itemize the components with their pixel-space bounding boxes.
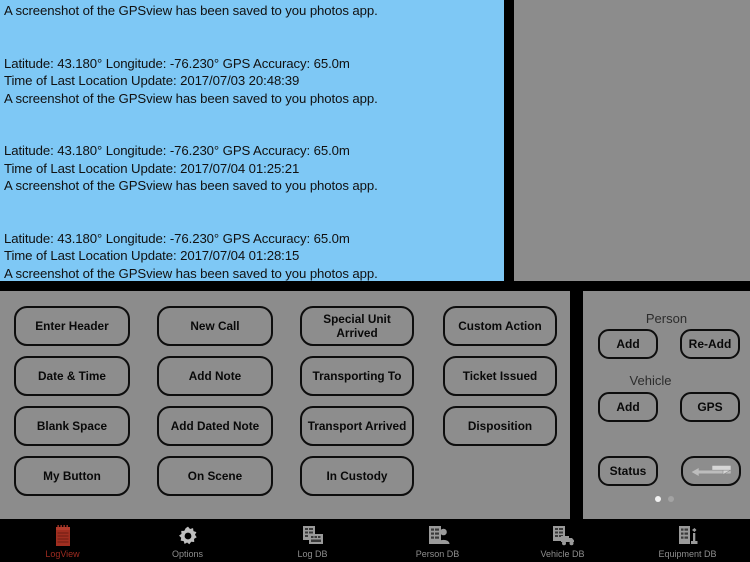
enter-header-button[interactable]: Enter Header <box>14 306 130 346</box>
log-line: A screenshot of the GPSview has been sav… <box>4 265 378 281</box>
log-line: A screenshot of the GPSview has been sav… <box>4 90 378 106</box>
vehicle-gps-button[interactable]: GPS <box>680 392 740 422</box>
page-indicator-dot-2[interactable] <box>668 496 674 502</box>
log-line: Time of Last Location Update: 2017/07/04… <box>4 160 300 176</box>
tab-label-options: Options <box>171 549 204 559</box>
add-dated-note-button[interactable]: Add Dated Note <box>157 406 273 446</box>
status-button[interactable]: Status <box>598 456 658 486</box>
transporting-to-button[interactable]: Transporting To <box>300 356 414 396</box>
custom-action-button[interactable]: Custom Action <box>443 306 557 346</box>
options-panel: Night Mode OFF ON Edit Mode OFF ON Calls… <box>514 0 750 286</box>
swap-toggle-button[interactable] <box>681 456 741 486</box>
tab-options[interactable]: Options <box>125 519 250 562</box>
vehicle-section-label: Vehicle <box>629 373 672 388</box>
log-line: A screenshot of the GPSview has been sav… <box>4 178 378 193</box>
notepad-icon <box>53 525 73 547</box>
ticket-issued-button[interactable]: Ticket Issued <box>443 356 557 396</box>
log-line: Latitude: 43.180° Longitude: -76.230° GP… <box>4 230 350 246</box>
log-line: Time of Last Location Update: 2017/07/03… <box>4 73 300 88</box>
tab-label-person-db: Person DB <box>415 549 460 559</box>
my-button-button[interactable]: My Button <box>14 456 130 496</box>
vehicle-db-icon <box>551 525 575 547</box>
new-call-button[interactable]: New Call <box>157 306 273 346</box>
log-line: Time of Last Location Update: 2017/07/04… <box>4 248 300 263</box>
bottom-tab-bar: LogView Options Log DB Person DB Vehicle… <box>0 519 750 562</box>
tab-label-equipment-db: Equipment DB <box>658 549 717 559</box>
blank-space-button[interactable]: Blank Space <box>14 406 130 446</box>
log-line: A screenshot of the GPSview has been sav… <box>4 3 378 18</box>
swap-arrows-icon <box>690 464 732 478</box>
app-root: A screenshot of the GPSview has been sav… <box>0 0 750 562</box>
person-section-label: Person <box>645 311 688 326</box>
log-view-panel[interactable]: A screenshot of the GPSview has been sav… <box>0 0 509 286</box>
person-db-icon <box>426 525 450 547</box>
vehicle-add-button[interactable]: Add <box>598 392 658 422</box>
special-unit-arrived-button[interactable]: Special Unit Arrived <box>300 306 414 346</box>
log-line: Latitude: 43.180° Longitude: -76.230° GP… <box>4 143 350 158</box>
date-and-time-button[interactable]: Date & Time <box>14 356 130 396</box>
tab-label-vehicle-db: Vehicle DB <box>540 549 585 559</box>
page-indicator-dot-1[interactable] <box>655 496 661 502</box>
tab-person-db[interactable]: Person DB <box>375 519 500 562</box>
on-scene-button[interactable]: On Scene <box>157 456 273 496</box>
tab-label-logview: LogView <box>45 549 80 559</box>
log-db-icon <box>301 525 325 547</box>
log-line: Latitude: 43.180° Longitude: -76.230° GP… <box>4 55 350 71</box>
tab-label-log-db: Log DB <box>297 549 328 559</box>
gear-icon <box>177 525 199 547</box>
transport-arrived-button[interactable]: Transport Arrived <box>300 406 414 446</box>
tab-vehicle-db[interactable]: Vehicle DB <box>500 519 625 562</box>
tab-log-db[interactable]: Log DB <box>250 519 375 562</box>
add-note-button[interactable]: Add Note <box>157 356 273 396</box>
tab-logview[interactable]: LogView <box>0 519 125 562</box>
action-button-grid: Enter Header Date & Time Blank Space My … <box>0 291 575 519</box>
disposition-button[interactable]: Disposition <box>443 406 557 446</box>
tab-equipment-db[interactable]: Equipment DB <box>625 519 750 562</box>
in-custody-button[interactable]: In Custody <box>300 456 414 496</box>
person-re-add-button[interactable]: Re-Add <box>680 329 740 359</box>
log-text-container: A screenshot of the GPSview has been sav… <box>0 0 504 281</box>
equipment-db-icon <box>676 525 700 547</box>
person-add-button[interactable]: Add <box>598 329 658 359</box>
